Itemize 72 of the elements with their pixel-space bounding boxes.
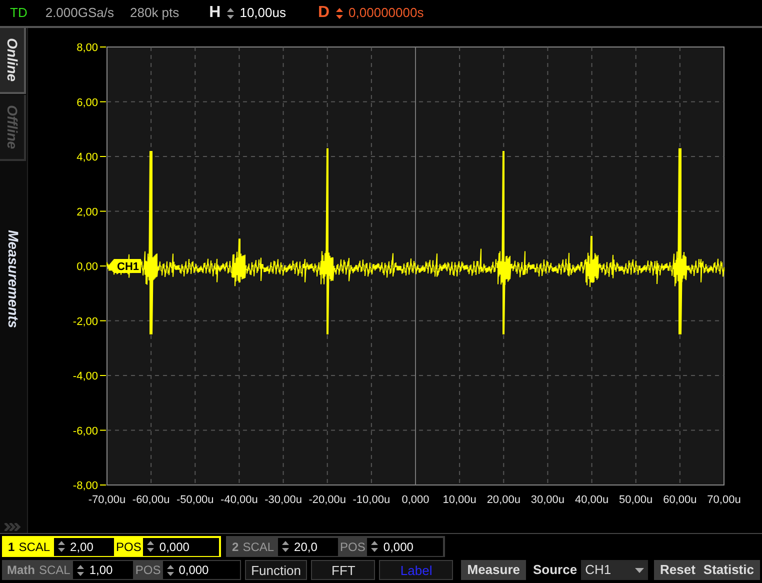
x-axis-label: -20,00u [308,494,346,506]
x-axis-label: -50,00u [176,494,214,506]
y-axis-label: -4,00 [72,370,98,382]
tick-mark [100,484,106,486]
y-axis-label: 8,00 [76,42,98,54]
x-axis-label: -70,00u [88,494,126,506]
y-axis-label: -2,00 [72,316,98,328]
scale-label: SCAL [242,538,276,556]
position-label: POS [339,538,366,556]
spinner-icon[interactable] [166,564,174,576]
sample-rate: 2.000GSa/s [45,4,114,22]
scale-label: SCAL [39,562,72,579]
position-field[interactable]: 0,000 [143,538,219,556]
x-axis-label: 60,00u [663,494,697,506]
delay-value[interactable]: 0,00000000s [348,3,424,23]
y-axis-label: 0,00 [76,261,98,273]
x-axis-label: 0,000 [402,494,430,506]
x-axis-label: 20,00u [486,494,520,506]
x-axis-label: -10,00u [352,494,390,506]
horizontal-value[interactable]: 10,00us [240,3,286,23]
tick-mark [100,156,106,157]
scale-field[interactable]: 1,00 [73,561,134,579]
horizontal-label: H [209,3,221,23]
position-label: POS [115,538,142,556]
caret-icon[interactable] [634,568,644,572]
spinner-icon[interactable] [77,564,84,576]
y-axis-label: 2,00 [76,206,98,218]
y-axis-label: -8,00 [72,480,98,492]
spinner-icon[interactable] [58,541,66,552]
x-axis-label: -40,00u [220,494,258,506]
scale-label: SCAL [18,538,52,556]
position-label: POS [134,562,162,579]
position-field[interactable]: 0,000 [162,561,240,579]
spinner-icon[interactable] [336,8,343,18]
x-axis-label: -30,00u [264,494,302,506]
position-field[interactable]: 0,000 [367,538,443,556]
x-axis-label: 30,00u [530,494,565,506]
statistic-button[interactable]: Statistic [703,560,754,580]
scale-field[interactable]: 2,00 [54,538,114,556]
spinner-icon[interactable] [226,8,234,18]
y-axis-label: -6,00 [72,425,98,438]
delay-label: D [318,3,330,23]
tick-mark [100,210,106,212]
spinner-icon[interactable] [282,541,290,552]
spinner-icon[interactable] [147,541,154,552]
x-axis-label: 70,00u [707,494,741,506]
x-axis-label: 40,00u [574,494,609,506]
point-count: 280k pts [130,4,180,22]
x-axis-label: -60,00u [132,494,170,506]
x-axis-label: 10,00u [442,494,476,506]
y-axis-label: 6,00 [76,96,98,109]
math-button[interactable]: Function [244,560,308,580]
tick-mark [100,375,106,376]
tick-mark [100,46,106,48]
math-label: Math [6,562,36,579]
tick-mark [100,101,106,102]
side-tab[interactable]: Online [0,28,26,94]
mode-label: TD [10,4,28,22]
reset-button[interactable]: Reset [660,560,696,580]
y-axis-label: 4,00 [76,152,98,164]
x-axis-label: 50,00u [619,494,653,506]
tick-mark [100,430,106,431]
channel-number: 2 [231,538,240,556]
math-button[interactable]: FFT [311,560,376,580]
scale-field[interactable]: 20,0 [278,538,338,556]
tick-mark [100,320,106,322]
channel-number: 1 [7,538,16,556]
source-label: Source [533,561,578,580]
measurements-tab[interactable]: Measurements [0,230,26,328]
spinner-icon[interactable] [371,541,378,552]
measure-button[interactable]: Measure [461,560,526,580]
source-dropdown[interactable]: CH1 [581,560,648,580]
